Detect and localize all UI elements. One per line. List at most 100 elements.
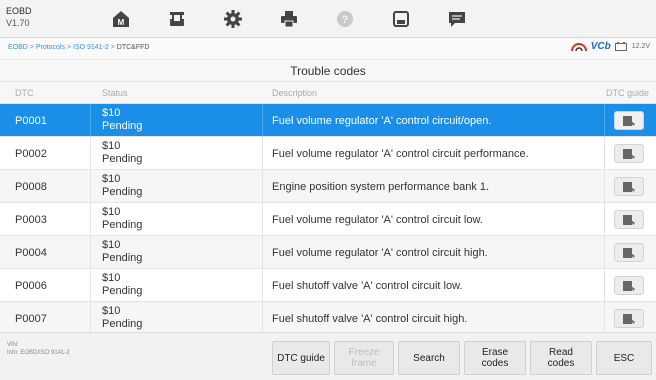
column-divider xyxy=(604,104,605,136)
table-row[interactable]: P0006 $10 Pending Fuel shutoff valve 'A' … xyxy=(0,269,656,302)
settings-button[interactable] xyxy=(206,4,260,34)
connection-status: VCb 12.2V xyxy=(570,41,650,52)
breadcrumb-bar: EOBD > Protocols > ISO 9141-2 > DTC&FFD … xyxy=(0,38,656,60)
table-row[interactable]: P0004 $10 Pending Fuel volume regulator '… xyxy=(0,236,656,269)
column-divider xyxy=(604,137,605,169)
column-divider xyxy=(90,269,91,301)
data-logging-icon xyxy=(449,12,465,27)
dtc-guide-button[interactable] xyxy=(614,144,644,163)
guide-book-icon xyxy=(623,115,635,126)
guide-book-icon xyxy=(623,313,635,324)
data-logging-button[interactable] xyxy=(430,4,484,34)
erase-codes-button[interactable]: Erase codes xyxy=(464,341,526,375)
column-header-dtc-guide: DTC guide xyxy=(606,88,650,98)
dtc-description: Engine position system performance bank … xyxy=(272,181,490,193)
breadcrumb-separator: > xyxy=(108,44,117,51)
dtc-description: Fuel volume regulator 'A' control circui… xyxy=(272,148,529,160)
table-row[interactable]: P0007 $10 Pending Fuel shutoff valve 'A' … xyxy=(0,302,656,332)
battery-icon xyxy=(614,42,627,51)
table-row[interactable]: P0001 $10 Pending Fuel volume regulator '… xyxy=(0,104,656,137)
column-divider xyxy=(262,104,263,136)
breadcrumb: EOBD > Protocols > ISO 9141-2 > DTC&FFD xyxy=(8,44,149,51)
breadcrumb-protocols[interactable]: Protocols xyxy=(36,44,65,51)
guide-book-icon xyxy=(623,148,635,159)
dtc-status: $10 Pending xyxy=(102,305,142,331)
status-text: Pending xyxy=(102,318,143,330)
dtc-guide-button[interactable] xyxy=(614,276,644,295)
column-divider xyxy=(90,302,91,332)
voltage-readout: 12.2V xyxy=(631,43,650,50)
status-code: $10 xyxy=(102,272,121,284)
dtc-guide-button[interactable] xyxy=(614,111,644,130)
breadcrumb-separator: > xyxy=(27,44,36,51)
dtc-description: Fuel volume regulator 'A' control circui… xyxy=(272,115,492,127)
home-icon: M xyxy=(113,11,129,27)
breadcrumb-separator: > xyxy=(65,44,73,51)
guide-book-icon xyxy=(623,280,635,291)
app-version: V1.70 xyxy=(6,18,30,28)
dtc-guide-footer-button[interactable]: DTC guide xyxy=(272,341,330,375)
column-divider xyxy=(90,170,91,202)
dtc-code: P0004 xyxy=(15,247,47,259)
dtc-code: P0008 xyxy=(15,181,47,193)
dtc-code: P0003 xyxy=(15,214,47,226)
column-header-description: Description xyxy=(272,88,318,98)
printer-icon xyxy=(281,11,297,28)
dtc-guide-button[interactable] xyxy=(614,177,644,196)
svg-text:?: ? xyxy=(342,14,349,26)
column-divider xyxy=(262,137,263,169)
column-divider xyxy=(604,302,605,332)
breadcrumb-iso[interactable]: ISO 9141-2 xyxy=(73,44,109,51)
home-button[interactable]: M xyxy=(94,4,148,34)
table-row[interactable]: P0008 $10 Pending Engine position system … xyxy=(0,170,656,203)
status-code: $10 xyxy=(102,107,121,119)
dtc-code: P0002 xyxy=(15,148,47,160)
print-button[interactable] xyxy=(262,4,316,34)
column-divider xyxy=(262,203,263,235)
column-divider xyxy=(90,203,91,235)
guide-book-icon xyxy=(623,247,635,258)
column-divider xyxy=(604,236,605,268)
search-button[interactable]: Search xyxy=(398,341,460,375)
svg-text:M: M xyxy=(118,18,125,27)
page-title: Trouble codes xyxy=(0,61,656,82)
dtc-description: Fuel shutoff valve 'A' control circuit h… xyxy=(272,313,468,325)
status-text: Pending xyxy=(102,153,143,165)
vin-label: VIN: xyxy=(7,342,19,348)
status-code: $10 xyxy=(102,173,121,185)
dtc-code: P0006 xyxy=(15,280,47,292)
breadcrumb-current: DTC&FFD xyxy=(116,44,150,51)
status-code: $10 xyxy=(102,140,121,152)
table-row[interactable]: P0002 $10 Pending Fuel volume regulator '… xyxy=(0,137,656,170)
save-button[interactable] xyxy=(374,4,428,34)
column-divider xyxy=(604,170,605,202)
dtc-code: P0007 xyxy=(15,313,47,325)
top-toolbar: EOBD V1.70 M ? xyxy=(0,0,656,38)
dtc-status: $10 Pending xyxy=(102,140,142,166)
vcb-logo: VCb xyxy=(590,41,611,52)
read-codes-button[interactable]: Read codes xyxy=(530,341,592,375)
status-text: Pending xyxy=(102,120,143,132)
dtc-status: $10 Pending xyxy=(102,107,142,133)
column-divider xyxy=(604,269,605,301)
status-text: Pending xyxy=(102,252,143,264)
status-code: $10 xyxy=(102,206,121,218)
bottom-toolbar: VIN: Info: EOBD/ISO 9141-2 DTC guide Fre… xyxy=(0,332,656,380)
dtc-guide-button[interactable] xyxy=(614,210,644,229)
column-divider xyxy=(90,236,91,268)
freeze-frame-button[interactable]: Freeze frame xyxy=(334,341,394,375)
column-divider xyxy=(604,203,605,235)
dtc-guide-button[interactable] xyxy=(614,243,644,262)
app-title: EOBD V1.70 xyxy=(6,5,76,29)
dtc-status: $10 Pending xyxy=(102,206,142,232)
dtc-guide-button[interactable] xyxy=(614,309,644,328)
dtc-description: Fuel volume regulator 'A' control circui… xyxy=(272,247,488,259)
help-button[interactable]: ? xyxy=(318,4,372,34)
esc-button[interactable]: ESC xyxy=(596,341,652,375)
vehicle-button[interactable] xyxy=(150,4,204,34)
guide-book-icon xyxy=(623,181,635,192)
breadcrumb-eobd[interactable]: EOBD xyxy=(8,44,28,51)
vehicle-lift-icon xyxy=(170,12,184,26)
table-row[interactable]: P0003 $10 Pending Fuel volume regulator '… xyxy=(0,203,656,236)
dtc-status: $10 Pending xyxy=(102,272,142,298)
